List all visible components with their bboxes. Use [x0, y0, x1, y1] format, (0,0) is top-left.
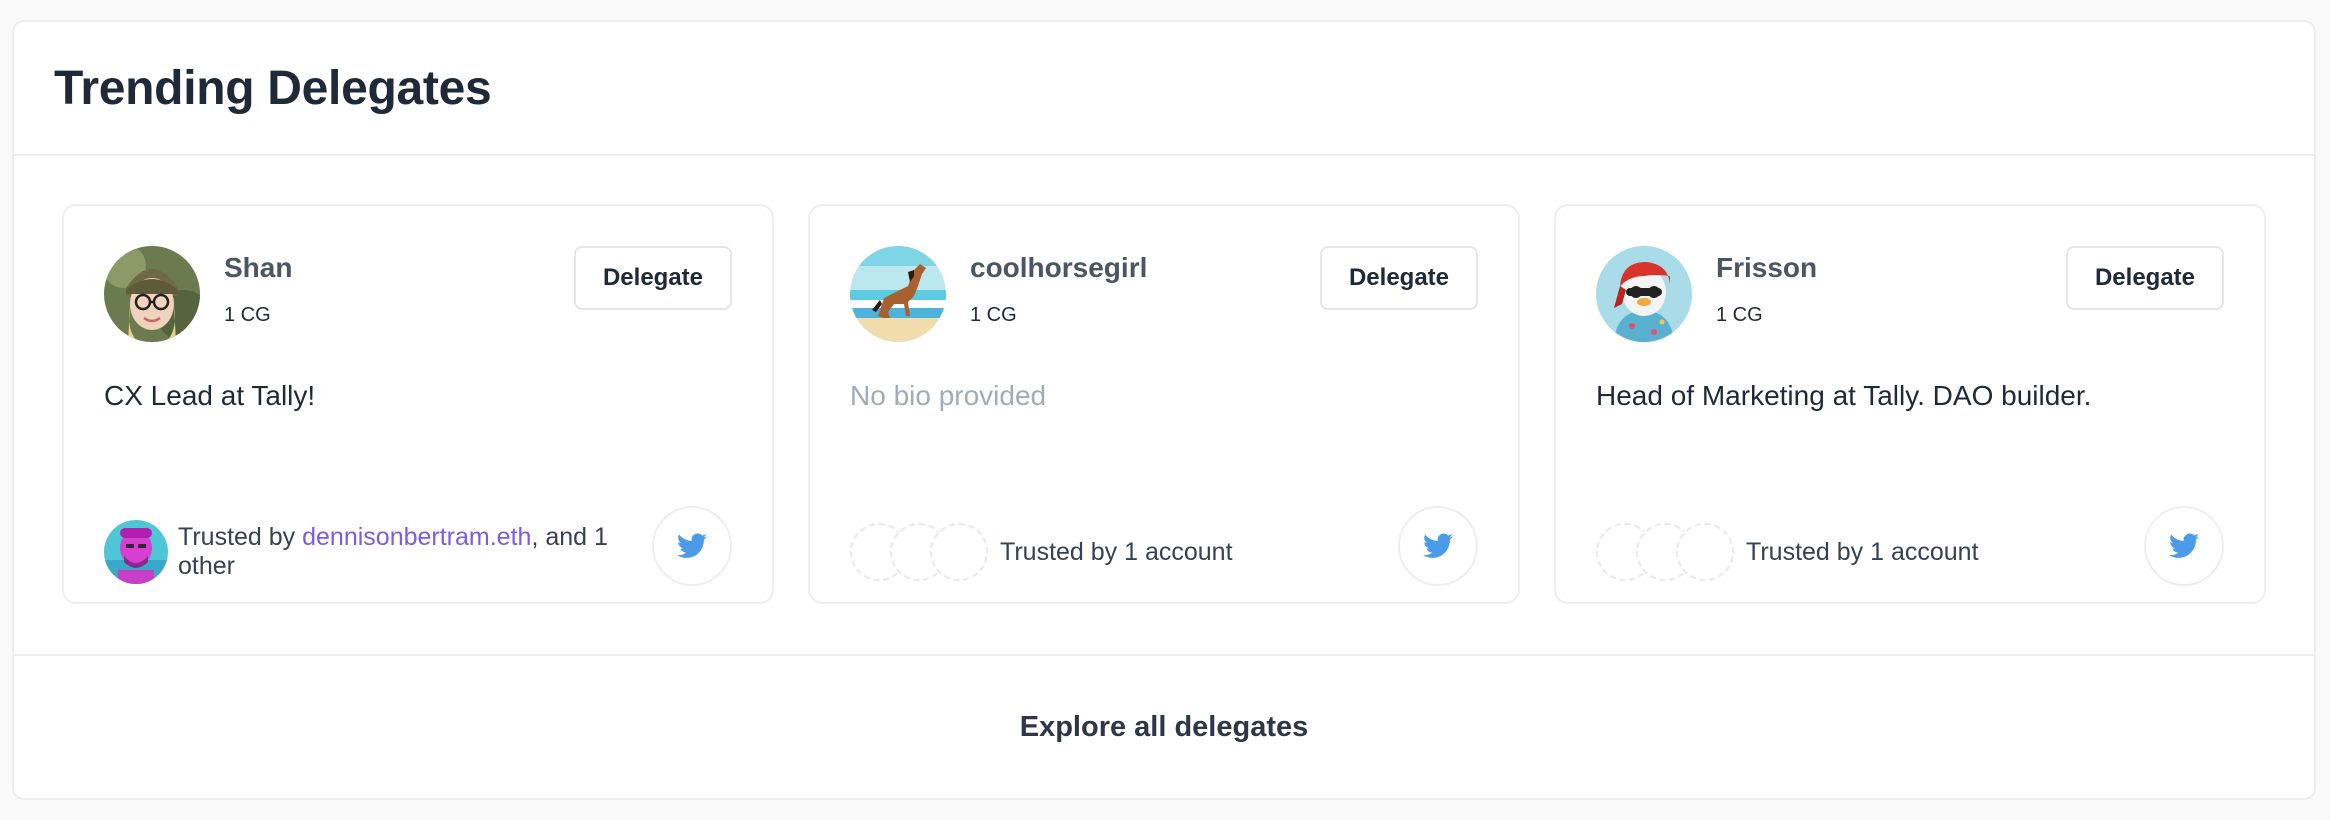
avatar-placeholder	[930, 523, 988, 581]
delegates-list: Shan 1 CG Delegate CX Lead at Tally! Tru…	[14, 156, 2314, 656]
trusted-by: Trusted by dennisonbertram.eth, and 1 ot…	[104, 520, 618, 584]
delegate-button[interactable]: Delegate	[2066, 246, 2224, 310]
voting-power: 1 CG	[1716, 304, 1763, 326]
avatar-image-shan	[104, 246, 200, 342]
page-title: Trending Delegates	[54, 61, 492, 115]
trending-delegates-panel: Trending Delegates Shan 1 CG Delegate CX…	[12, 20, 2316, 800]
voting-power: 1 CG	[224, 304, 271, 326]
delegate-button[interactable]: Delegate	[1320, 246, 1478, 310]
trust-prefix: Trusted by	[178, 523, 303, 551]
avatar[interactable]	[104, 246, 200, 342]
twitter-icon	[2169, 533, 2199, 558]
trust-avatar-placeholders	[1596, 523, 1734, 581]
trusted-by: Trusted by 1 account	[850, 520, 1233, 584]
twitter-icon	[1423, 533, 1453, 558]
trust-link-dennisonbertram[interactable]: dennisonbertram.eth	[302, 523, 531, 551]
avatar-image-coolhorsegirl	[850, 246, 946, 342]
trust-avatar-placeholders	[850, 523, 988, 581]
twitter-button[interactable]	[1398, 506, 1478, 586]
delegate-bio: No bio provided	[850, 380, 1047, 411]
delegate-name[interactable]: coolhorsegirl	[970, 252, 1147, 284]
delegate-bio: Head of Marketing at Tally. DAO builder.	[1596, 380, 2092, 411]
trust-text: Trusted by 1 account	[1000, 537, 1233, 566]
trust-text: Trusted by 1 account	[1746, 537, 1979, 566]
explore-all-delegates-link[interactable]: Explore all delegates	[1020, 711, 1309, 744]
delegate-bio: CX Lead at Tally!	[104, 380, 316, 411]
avatar-image-dennisonbertram	[104, 520, 168, 584]
delegate-name[interactable]: Frisson	[1716, 252, 1817, 284]
delegate-card-shan: Shan 1 CG Delegate CX Lead at Tally! Tru…	[62, 204, 774, 604]
delegate-card-frisson: Frisson 1 CG Delegate Head of Marketing …	[1554, 204, 2266, 604]
voting-power: 1 CG	[970, 304, 1017, 326]
avatar-placeholder	[1676, 523, 1734, 581]
avatar[interactable]	[104, 520, 168, 584]
avatar[interactable]	[850, 246, 946, 342]
delegate-card-coolhorsegirl: coolhorsegirl 1 CG Delegate No bio provi…	[808, 204, 1520, 604]
avatar-image-frisson	[1596, 246, 1692, 342]
panel-header: Trending Delegates	[14, 22, 2314, 156]
trusted-by: Trusted by 1 account	[1596, 520, 1979, 584]
delegate-button[interactable]: Delegate	[574, 246, 732, 310]
twitter-icon	[677, 533, 707, 558]
trust-text: Trusted by dennisonbertram.eth, and 1 ot…	[178, 523, 618, 581]
avatar[interactable]	[1596, 246, 1692, 342]
twitter-button[interactable]	[652, 506, 732, 586]
panel-footer: Explore all delegates	[14, 656, 2314, 798]
delegate-name[interactable]: Shan	[224, 252, 292, 284]
twitter-button[interactable]	[2144, 506, 2224, 586]
